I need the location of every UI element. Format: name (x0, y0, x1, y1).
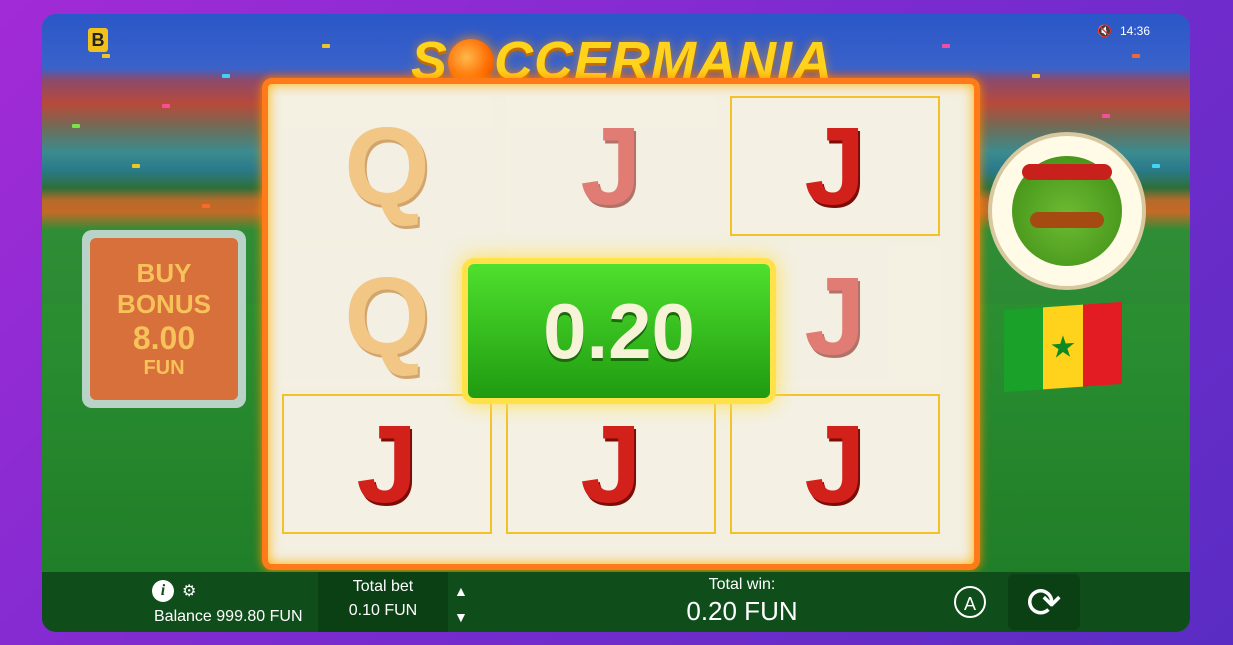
buy-bonus-currency: FUN (143, 357, 185, 379)
gear-icon[interactable]: ⚙ (182, 581, 196, 601)
reel-cell: J (730, 96, 940, 236)
total-win-label: Total win: (708, 576, 776, 593)
balance-label: Balance 999.80 FUN (154, 608, 303, 625)
character-avatar (988, 132, 1146, 290)
total-bet-value: 0.10 FUN (348, 602, 418, 619)
buy-bonus-line2: BONUS (117, 289, 211, 319)
bet-decrease-button[interactable]: ▼ (454, 604, 468, 630)
win-amount-popup: 0.20 (462, 258, 776, 404)
total-win-panel: Total win: 0.20 FUN (602, 576, 882, 627)
reel-cell: J (282, 394, 492, 534)
bet-stepper: ▲ ▼ (454, 578, 468, 630)
senegal-flag-icon: ★ (1004, 301, 1122, 393)
speaker-muted-icon[interactable]: 🔇 (1097, 24, 1112, 38)
clock: 14:36 (1119, 24, 1150, 38)
autoplay-button[interactable]: A (954, 586, 986, 618)
spin-arrows-icon: ⟳ (1026, 578, 1062, 626)
buy-bonus-button[interactable]: BUY BONUS 8.00 FUN (82, 230, 246, 408)
buy-bonus-line1: BUY (136, 258, 192, 288)
total-bet-panel: Total bet 0.10 FUN (318, 572, 448, 632)
bottom-control-bar: i ⚙ Balance 999.80 FUN Total bet 0.10 FU… (42, 572, 1190, 632)
total-bet-label: Total bet (352, 578, 414, 595)
top-right-status: 🔇 14:36 (1097, 24, 1150, 38)
reel-cell: Q (282, 96, 492, 236)
info-controls: i ⚙ (152, 580, 196, 602)
info-icon[interactable]: i (152, 580, 174, 602)
bet-increase-button[interactable]: ▲ (454, 578, 468, 604)
total-win-value: 0.20 FUN (686, 596, 798, 626)
game-frame: B 🔇 14:36 S CCERMANIA BUY BONUS 8.00 FUN … (42, 14, 1190, 632)
cactus-character-icon (1012, 156, 1122, 266)
reel-cell: J (506, 394, 716, 534)
spin-button[interactable]: ⟳ (1008, 574, 1080, 630)
buy-bonus-amount: 8.00 (132, 320, 196, 356)
reel-cell: J (506, 96, 716, 236)
reel-cell: J (730, 394, 940, 534)
provider-logo: B (88, 28, 108, 52)
reel-cell: Q (282, 246, 492, 386)
